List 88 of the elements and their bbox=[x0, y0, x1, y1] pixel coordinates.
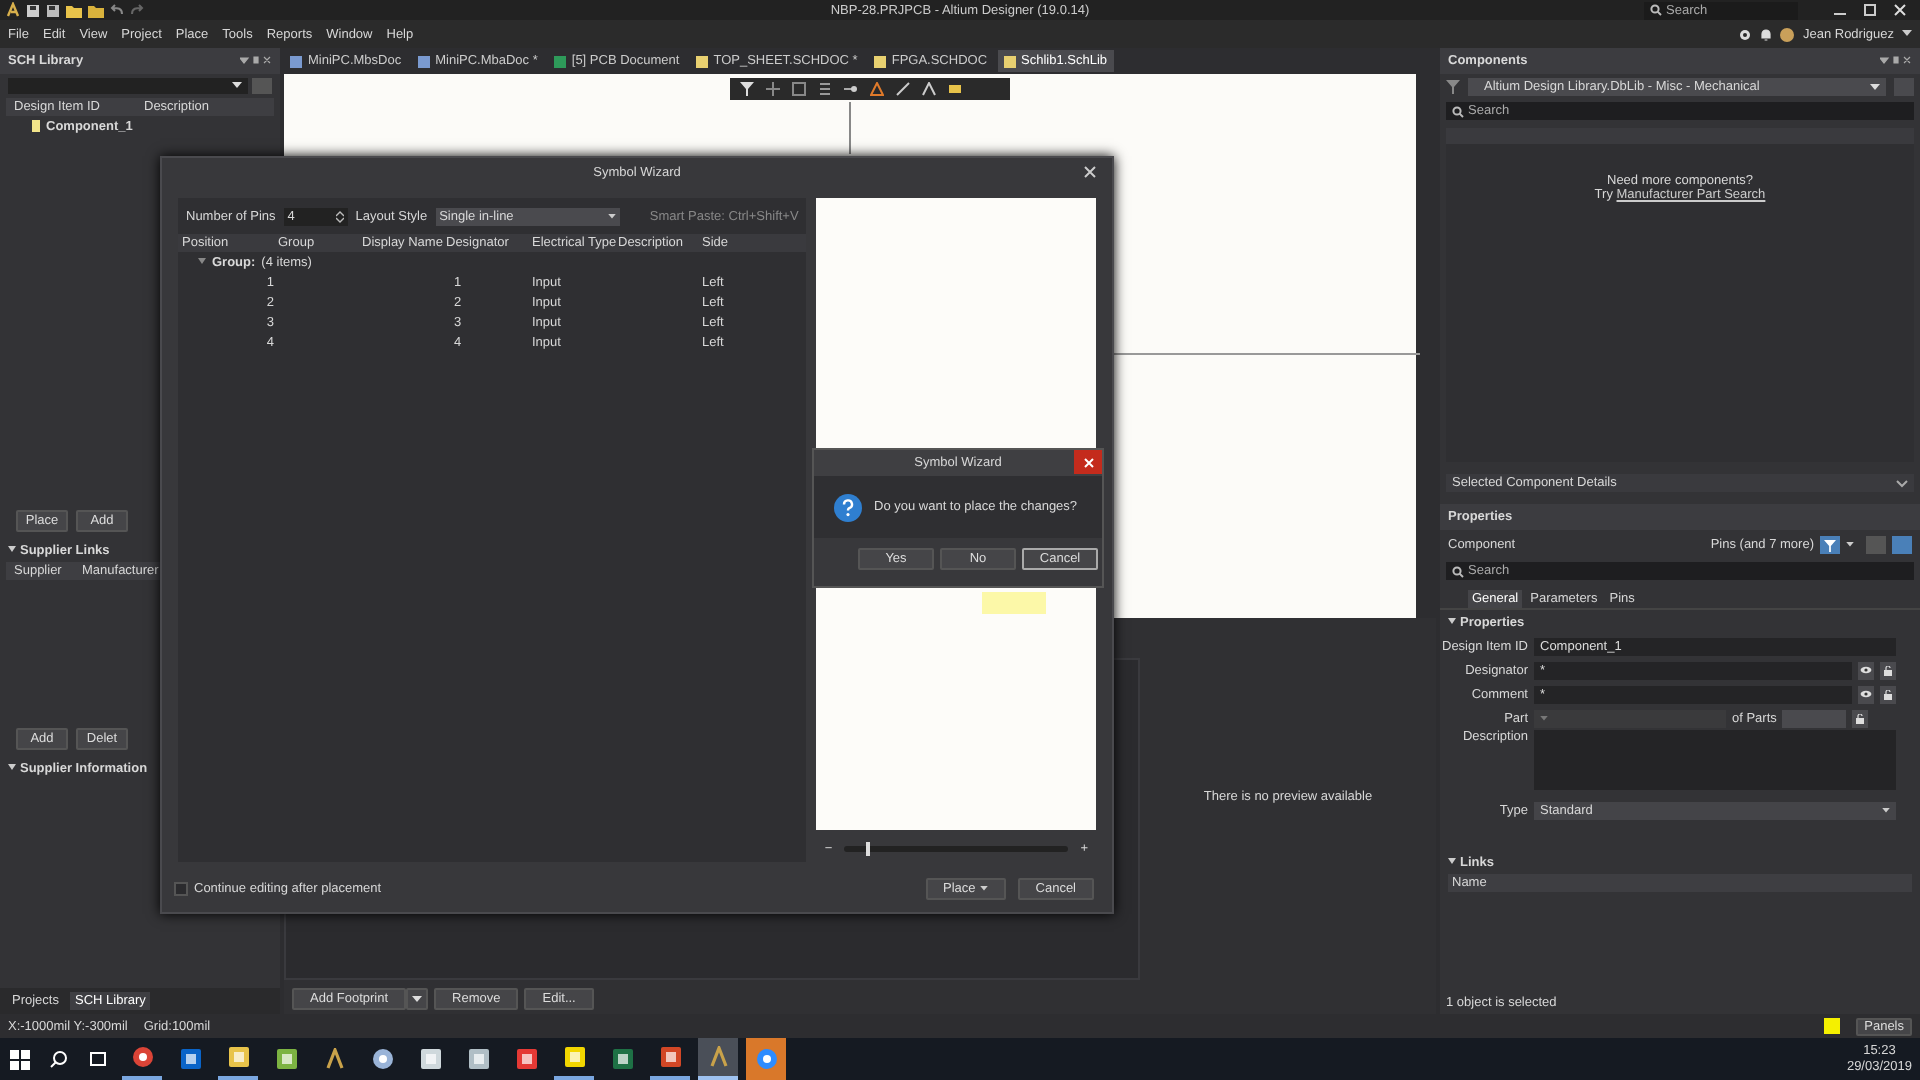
select-rect-icon[interactable] bbox=[792, 82, 806, 96]
document-icon bbox=[873, 55, 886, 67]
document-icon bbox=[553, 55, 566, 67]
document-icon bbox=[417, 55, 430, 67]
caret-icon bbox=[232, 82, 242, 90]
redo-icon[interactable] bbox=[130, 4, 144, 16]
slider-thumb[interactable] bbox=[866, 841, 871, 855]
app-tile-icon bbox=[659, 1046, 681, 1068]
lock-button[interactable] bbox=[1880, 661, 1896, 679]
close-icon bbox=[1083, 457, 1093, 467]
lock-icon bbox=[1884, 689, 1892, 699]
undo-icon[interactable] bbox=[110, 4, 124, 16]
app-logo-icon bbox=[6, 2, 20, 18]
caret-icon[interactable] bbox=[1846, 542, 1854, 548]
spin-arrows-icon bbox=[335, 209, 344, 223]
visibility-button[interactable] bbox=[1858, 685, 1874, 703]
windows-logo-icon[interactable] bbox=[10, 1049, 30, 1069]
wire-line bbox=[848, 102, 852, 154]
caret-icon bbox=[1870, 83, 1880, 91]
search-icon bbox=[1650, 4, 1662, 16]
settings-icon[interactable] bbox=[1738, 27, 1753, 41]
caret-icon bbox=[607, 213, 616, 219]
checkbox[interactable] bbox=[174, 881, 188, 895]
crosshair-icon[interactable] bbox=[766, 82, 780, 96]
close-icon[interactable] bbox=[1084, 166, 1096, 178]
document-icon bbox=[695, 55, 708, 67]
bell-icon[interactable] bbox=[1760, 27, 1773, 41]
document-icon bbox=[290, 55, 302, 67]
app-tile-icon bbox=[707, 1046, 729, 1068]
document-icon bbox=[1003, 55, 1016, 67]
rectangle-tool-icon[interactable] bbox=[948, 82, 962, 96]
app-tile-icon bbox=[755, 1048, 777, 1070]
search-icon bbox=[1452, 565, 1464, 577]
app-tile-icon bbox=[467, 1048, 489, 1070]
eye-icon bbox=[1860, 690, 1872, 698]
filter-icon bbox=[1824, 539, 1836, 551]
filter-icon[interactable] bbox=[740, 82, 754, 96]
shape-icon[interactable] bbox=[870, 82, 884, 96]
search-icon bbox=[1452, 105, 1464, 117]
lock-icon bbox=[1884, 665, 1892, 675]
caret-icon bbox=[412, 995, 423, 1003]
filter-button[interactable] bbox=[1820, 536, 1840, 554]
symbol-body bbox=[982, 592, 1047, 614]
app-tile-icon bbox=[227, 1046, 249, 1068]
app-tile-icon bbox=[275, 1048, 297, 1070]
caret-icon bbox=[1882, 807, 1890, 813]
collapse-icon[interactable] bbox=[8, 764, 16, 772]
lock-icon bbox=[1856, 713, 1865, 723]
app-tile-icon bbox=[131, 1046, 153, 1068]
line-tool-icon[interactable] bbox=[896, 82, 910, 96]
caret-icon[interactable] bbox=[1902, 30, 1912, 38]
save-icon[interactable] bbox=[26, 3, 40, 17]
lock-button[interactable] bbox=[1852, 709, 1869, 727]
pin-icon[interactable] bbox=[1880, 56, 1912, 66]
avatar[interactable] bbox=[1780, 27, 1795, 41]
task-view-icon[interactable] bbox=[88, 1050, 108, 1068]
app-tile-icon bbox=[611, 1048, 633, 1070]
visibility-button[interactable] bbox=[1858, 661, 1874, 679]
collapse-icon[interactable] bbox=[1448, 618, 1456, 626]
save-all-icon[interactable] bbox=[46, 3, 60, 17]
text-tool-icon[interactable] bbox=[922, 82, 936, 96]
close-button[interactable] bbox=[1074, 450, 1102, 474]
app-tile-icon bbox=[563, 1046, 585, 1068]
component-icon bbox=[32, 120, 40, 132]
maximize-icon[interactable] bbox=[1858, 2, 1882, 18]
app-tile-icon bbox=[323, 1048, 345, 1070]
caret-icon bbox=[979, 885, 988, 891]
pin-icon[interactable] bbox=[240, 56, 272, 66]
dropdown-button[interactable] bbox=[406, 988, 429, 1010]
app-tile-icon bbox=[419, 1048, 441, 1070]
chevron-icon bbox=[1896, 479, 1908, 487]
question-icon bbox=[834, 493, 862, 521]
collapse-icon[interactable] bbox=[1448, 858, 1456, 866]
collapse-icon[interactable] bbox=[198, 258, 206, 266]
eye-icon bbox=[1860, 666, 1872, 674]
collapse-icon[interactable] bbox=[8, 546, 16, 554]
search-icon[interactable] bbox=[50, 1050, 68, 1068]
description-field[interactable] bbox=[1534, 730, 1896, 790]
parts-count-field[interactable] bbox=[1782, 709, 1847, 727]
status-indicator bbox=[1824, 1018, 1841, 1034]
lock-button[interactable] bbox=[1880, 685, 1896, 703]
app-tile-icon bbox=[179, 1048, 201, 1070]
close-icon[interactable] bbox=[1888, 2, 1912, 18]
app-tile-icon bbox=[371, 1048, 393, 1070]
app-tile-icon bbox=[515, 1048, 537, 1070]
pin-tool-icon[interactable] bbox=[844, 82, 858, 96]
align-icon[interactable] bbox=[818, 82, 832, 96]
caret-icon bbox=[1540, 715, 1548, 721]
